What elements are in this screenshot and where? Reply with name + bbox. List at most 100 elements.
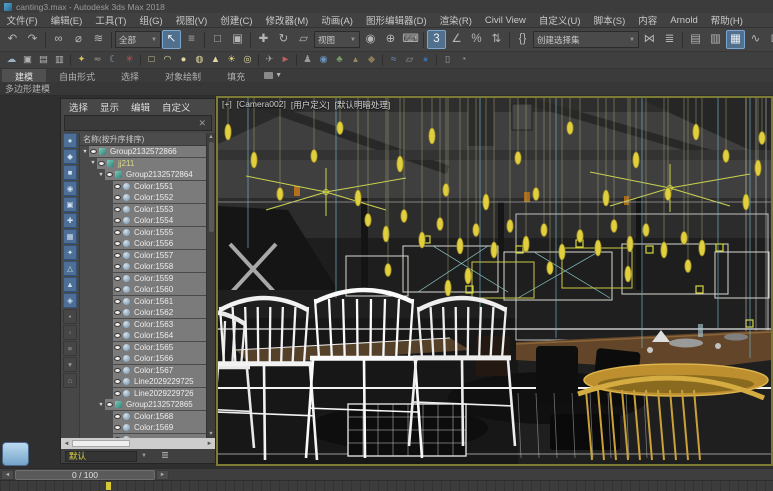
vray-swirl-icon[interactable]: ✳ [122,53,137,68]
polygon-modeling-panel-label[interactable]: 多边形建模 [5,82,50,95]
viewport-layout-tab[interactable] [2,442,29,466]
explorer-menu-select[interactable]: 选择 [63,100,94,114]
time-slider-handle[interactable]: 0 / 100 [15,469,155,480]
menu-rendering[interactable]: 渲染(R) [433,13,478,27]
select-and-scale-icon[interactable]: ▱ [294,30,313,49]
tree-row[interactable]: Color:1567 [80,364,206,377]
menu-modifiers[interactable]: 修改器(M) [259,13,315,27]
viewport-camera-label[interactable]: [Camera002] [237,99,286,111]
expand-caret-icon[interactable]: ▼ [97,402,105,408]
menu-help[interactable]: 帮助(H) [704,13,749,27]
visibility-eye-icon[interactable] [114,183,121,189]
toggle-scene-explorer-icon[interactable]: ▤ [686,30,705,49]
tree-row[interactable]: Color:1551 [80,180,206,193]
display-bones-toggle[interactable]: △ [63,261,77,276]
visibility-eye-icon[interactable] [114,252,121,258]
quad-light-icon[interactable]: □ [144,53,159,68]
visibility-eye-icon[interactable] [114,367,121,373]
folder-view-toggle[interactable]: ⌂ [63,373,77,388]
tree-row[interactable] [80,433,206,438]
visibility-eye-icon[interactable] [114,275,121,281]
visibility-eye-icon[interactable] [106,172,113,178]
utilities-icon[interactable]: ≂ [90,53,105,68]
tree-row[interactable]: Color:1561 [80,295,206,308]
lock-navigation-toggle[interactable]: ▪ [63,309,77,324]
water-icon[interactable]: ≈ [386,53,401,68]
tab-selection[interactable]: 选择 [108,69,152,82]
keyboard-shortcut-override-icon[interactable]: ⌨ [401,30,420,49]
chevron-down-icon[interactable]: ▼ [141,453,147,459]
explorer-search-input[interactable] [65,118,194,128]
sphere-light-icon[interactable]: ● [176,53,191,68]
rock-icon[interactable]: ◆ [364,53,379,68]
sun-light-icon[interactable]: ☀ [224,53,239,68]
tree-row[interactable]: Color:1552 [80,192,206,204]
tree-row[interactable]: Color:1562 [80,307,206,319]
tree-row[interactable]: Color:1553 [80,203,206,216]
visibility-eye-icon[interactable] [114,425,121,431]
display-all-toggle[interactable]: ● [63,133,77,148]
tree-row[interactable]: Color:1560 [80,284,206,296]
sphere-blue-icon[interactable]: ● [418,53,433,68]
display-cameras-toggle[interactable]: ▣ [63,197,77,212]
display-materials-toggle[interactable]: ◈ [63,293,77,308]
horizontal-scrollbar[interactable]: ◄ ► [61,438,215,449]
plant-icon[interactable]: ♣ [332,53,347,68]
display-geometry-toggle[interactable]: ◆ [63,149,77,164]
pick-parent-toggle[interactable]: ▫ [63,325,77,340]
visibility-eye-icon[interactable] [114,229,121,235]
container-icon[interactable]: ▯ [440,53,455,68]
display-spacewarps-toggle[interactable]: ▦ [63,229,77,244]
rendered-frame-window-icon[interactable]: ▣ [20,53,35,68]
populate-figure-icon[interactable]: ✦ [74,53,89,68]
menu-content[interactable]: 内容 [632,13,664,27]
scroll-right-icon[interactable]: ► [204,441,215,447]
visibility-eye-icon[interactable] [114,298,121,304]
previous-frame-button[interactable]: ◄ [1,469,14,480]
viewport-shading-label[interactable]: [默认明暗处理] [335,99,391,111]
explorer-menu-customize[interactable]: 自定义 [156,100,197,114]
schematic-view-icon[interactable]: ⊞ [766,30,773,49]
select-by-name-icon[interactable]: ≡ [182,30,201,49]
expand-caret-icon[interactable]: ▼ [89,160,97,166]
visibility-eye-icon[interactable] [98,160,105,166]
tree-row-group2132572864[interactable]: ▼ Group2132572864 [80,169,206,181]
keyframe-marker[interactable] [106,482,111,490]
visibility-eye-icon[interactable] [114,218,121,224]
tree-row[interactable]: Color:1565 [80,341,206,354]
doc-icon[interactable]: ▱ [402,53,417,68]
menu-animation[interactable]: 动画(A) [315,13,360,27]
tree-row[interactable]: Color:1564 [80,330,206,342]
visibility-eye-icon[interactable] [106,402,113,408]
visibility-eye-icon[interactable] [114,390,121,396]
visibility-eye-icon[interactable] [114,310,121,316]
scroll-left-icon[interactable]: ◄ [61,441,72,447]
figure-icon[interactable]: ♟ [300,53,315,68]
active-layer-field[interactable]: 默认 [65,450,137,462]
visibility-eye-icon[interactable] [114,241,121,247]
align-icon[interactable]: ≣ [660,30,679,49]
dome-light-icon[interactable]: ◠ [160,53,175,68]
viewport-user-label[interactable]: [用户定义] [291,99,330,111]
visibility-eye-icon[interactable] [114,333,121,339]
display-helpers-toggle[interactable]: ✚ [63,213,77,228]
edit-named-selection-sets-icon[interactable]: {} [513,30,532,49]
target-icon[interactable]: ► [278,53,293,68]
visibility-eye-icon[interactable] [114,379,121,385]
tree-row[interactable]: Color:1556 [80,238,206,250]
select-and-rotate-icon[interactable]: ↻ [274,30,293,49]
rectangular-selection-region-icon[interactable]: □ [208,30,227,49]
visibility-eye-icon[interactable] [114,195,121,201]
select-object-icon[interactable]: ↖ [162,30,181,49]
menu-file[interactable]: 文件(F) [0,13,44,27]
help-icon[interactable]: ◔ [456,53,471,68]
tree-row[interactable]: Color:1566 [80,353,206,365]
tree-row[interactable]: Color:1555 [80,226,206,239]
explorer-menu-display[interactable]: 显示 [94,100,125,114]
visibility-eye-icon[interactable] [114,264,121,270]
menu-create[interactable]: 创建(C) [214,13,259,27]
camera-icon[interactable]: ✈ [262,53,277,68]
undo-icon[interactable]: ↶ [3,30,22,49]
selection-filter-dropdown[interactable]: 全部 ▼ [115,31,161,48]
select-and-move-icon[interactable]: ✚ [254,30,273,49]
